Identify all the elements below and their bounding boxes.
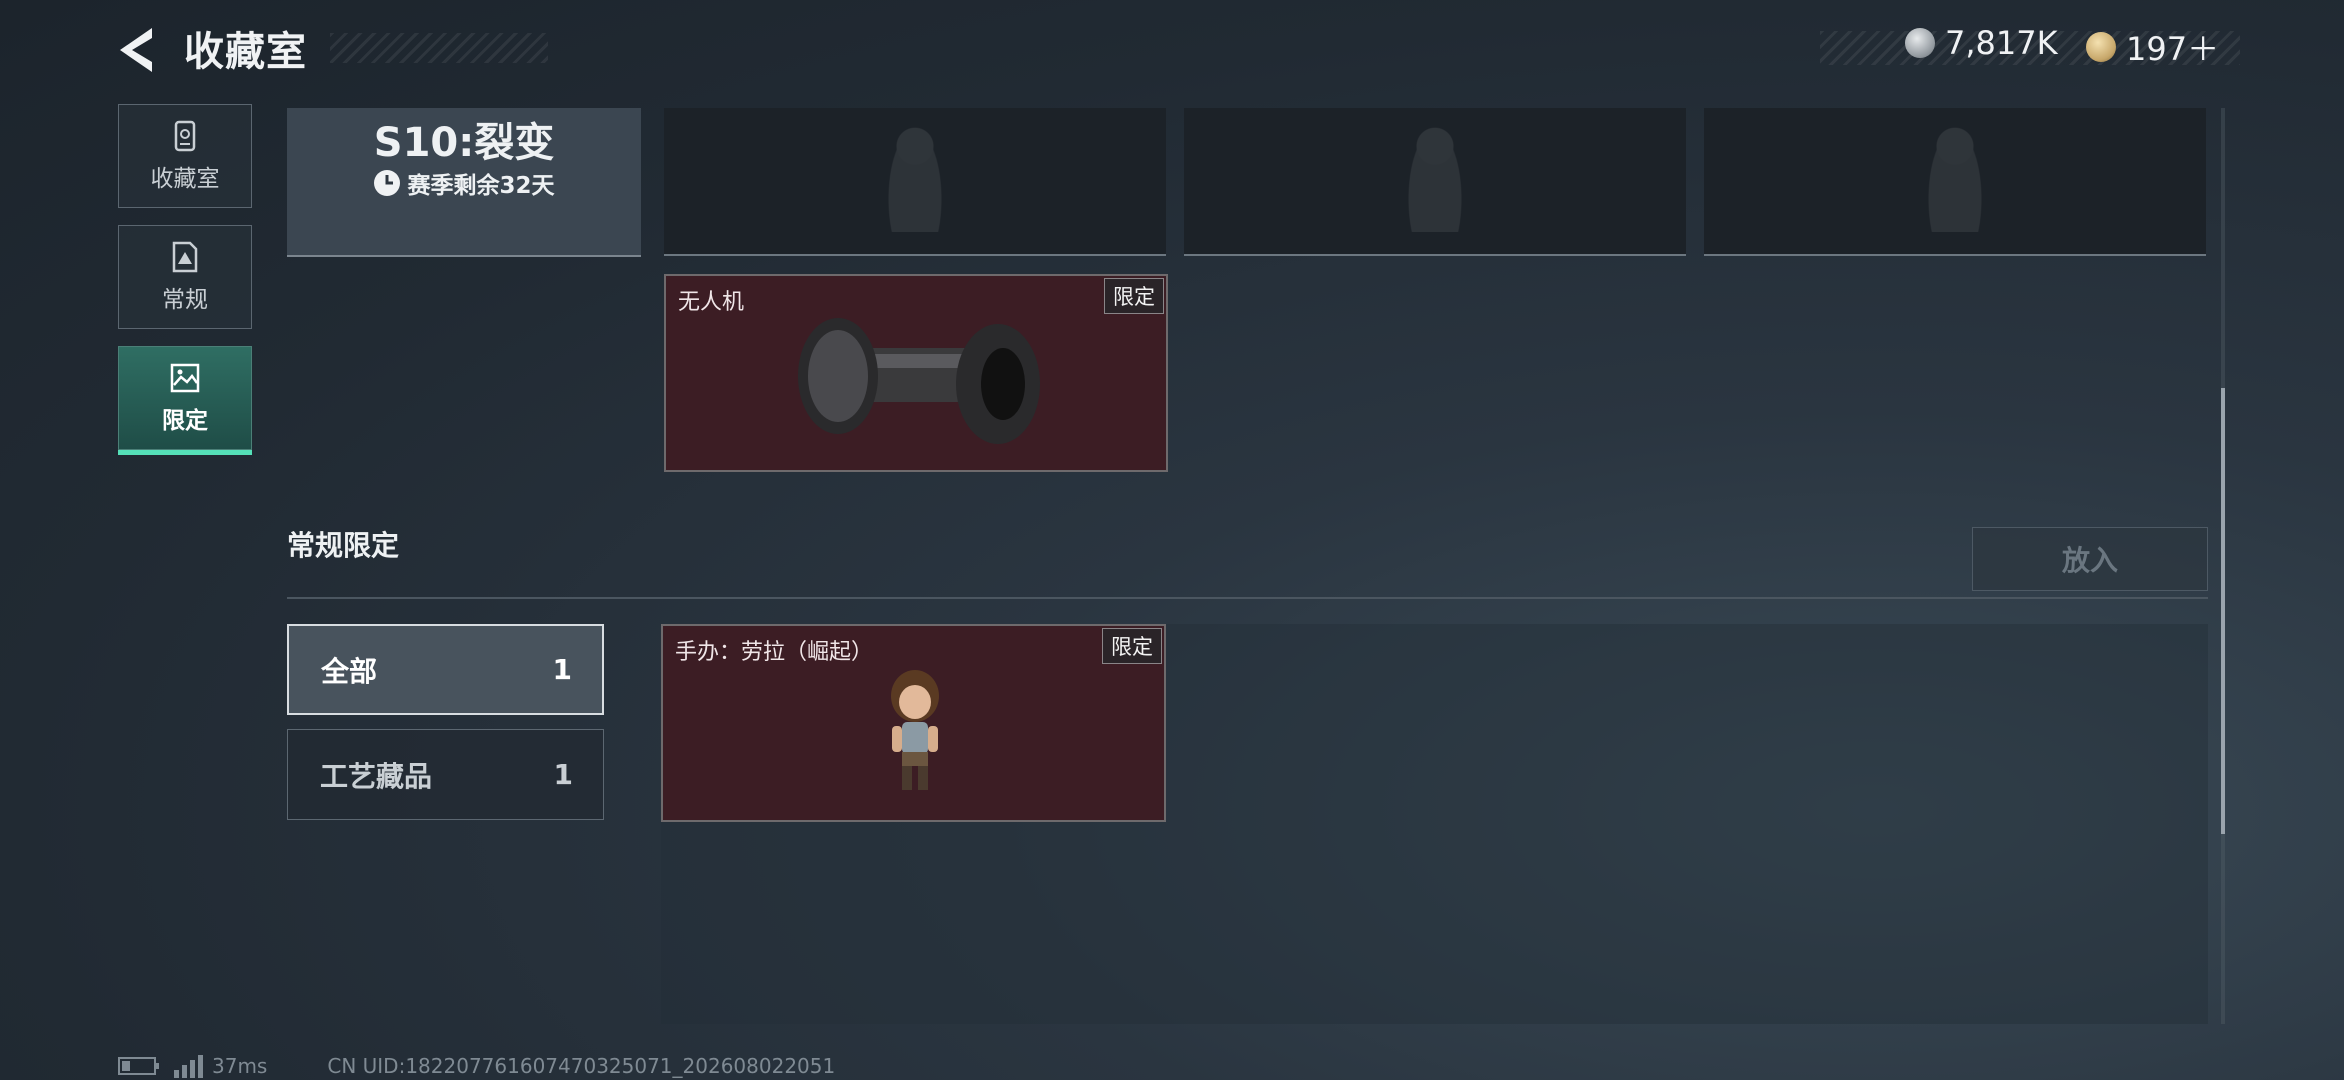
lara-figure-image [891, 670, 939, 790]
sidebar-item-limited[interactable]: 限定 [118, 346, 252, 455]
currency-silver[interactable]: 7,817K [1905, 24, 2058, 62]
locker-icon [174, 120, 196, 152]
item-name: 无人机 [678, 290, 745, 315]
title-decoration-bar [330, 33, 548, 63]
silver-coin-icon [1905, 28, 1935, 58]
locked-silhouette [1925, 122, 1985, 232]
battery-icon [118, 1057, 159, 1075]
item-name: 手办：劳拉（崛起） [675, 640, 874, 665]
locked-collectible-slot[interactable] [1184, 108, 1686, 256]
limited-tag: 限定 [1102, 628, 1162, 664]
status-footer: 37ms CN UID:182207761607470325071_202608… [118, 1054, 835, 1078]
clock-icon [374, 170, 401, 196]
filter-count: 1 [553, 758, 573, 791]
section-title: 常规限定 [287, 529, 400, 562]
limited-tag: 限定 [1104, 278, 1164, 314]
signal-icon [174, 1055, 203, 1078]
locked-collectible-slot[interactable] [664, 108, 1166, 256]
sidebar-item-label: 限定 [162, 408, 208, 434]
filter-label: 全部 [321, 654, 378, 688]
locked-silhouette [885, 122, 945, 232]
sidebar-item-regular[interactable]: 常规 [118, 225, 252, 329]
ping-value: 37ms [212, 1054, 268, 1078]
page-title: 收藏室 [184, 29, 307, 75]
collectible-card-lara-figure[interactable]: 手办：劳拉（崛起） 限定 [661, 624, 1166, 822]
collectible-card-drone[interactable]: 无人机 限定 [664, 274, 1168, 472]
sidebar-item-label: 收藏室 [150, 166, 220, 192]
season-title: S10:裂变 [373, 120, 555, 166]
locked-silhouette [1405, 122, 1465, 232]
currency-gold-value: 197＋ [2126, 30, 2220, 68]
filter-all[interactable]: 全部 1 [287, 624, 604, 715]
filter-craft-collectibles[interactable]: 工艺藏品 1 [287, 729, 604, 820]
section-divider [287, 597, 2208, 599]
sidebar-item-label: 常规 [162, 287, 208, 313]
back-arrow-icon [120, 28, 152, 72]
filter-count: 1 [552, 653, 572, 686]
season-remaining-text: 赛季剩余32天 [407, 173, 555, 199]
document-icon [172, 241, 198, 273]
season-card: S10:裂变 赛季剩余32天 [287, 108, 641, 257]
back-button[interactable] [112, 24, 164, 76]
season-remaining: 赛季剩余32天 [287, 166, 641, 200]
put-in-button[interactable]: 放入 [1972, 527, 2208, 591]
locked-collectible-slot[interactable] [1704, 108, 2206, 256]
scrollbar-thumb[interactable] [2221, 388, 2225, 834]
filter-label: 工艺藏品 [320, 759, 433, 793]
drone-image [798, 318, 1040, 444]
uid-text: CN UID:182207761607470325071_20260802205… [327, 1054, 836, 1078]
sidebar-item-collection[interactable]: 收藏室 [118, 104, 252, 208]
gold-triangle-coin-icon [2086, 32, 2116, 62]
page-header: 收藏室 [184, 22, 307, 75]
picture-icon [170, 363, 200, 393]
currency-gold[interactable]: 197＋ [2086, 24, 2219, 70]
currency-silver-value: 7,817K [1945, 24, 2058, 62]
